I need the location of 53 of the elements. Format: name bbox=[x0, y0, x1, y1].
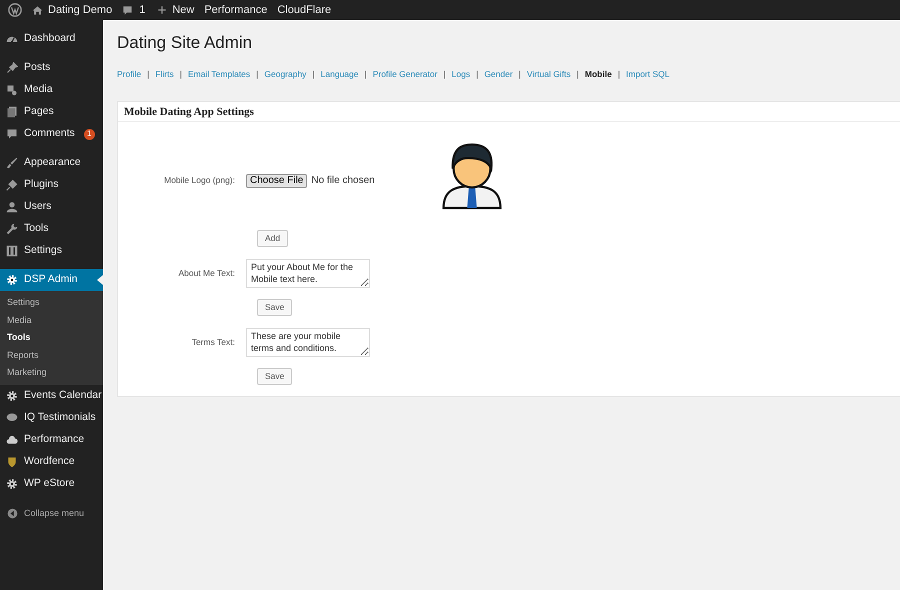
add-button[interactable]: Add bbox=[257, 230, 288, 247]
separator: | bbox=[576, 68, 579, 81]
nav-link[interactable]: Email Templates bbox=[188, 68, 250, 81]
page-title: Dating Site Admin bbox=[117, 32, 254, 54]
separator: | bbox=[476, 68, 478, 81]
choose-file-button[interactable]: Choose File bbox=[246, 174, 308, 188]
menu-item[interactable]: IQ Testimonials bbox=[0, 406, 103, 428]
menu-item[interactable]: Events Calendar bbox=[0, 384, 103, 406]
toolbar-link[interactable]: CloudFlare bbox=[277, 2, 332, 18]
separator: | bbox=[364, 68, 367, 81]
menu-item[interactable]: WP eStore bbox=[0, 472, 103, 494]
save-button[interactable]: Save bbox=[257, 368, 292, 385]
menu-item[interactable]: Performance bbox=[0, 428, 103, 450]
save-button[interactable]: Save bbox=[257, 298, 292, 316]
menu-item[interactable]: Wordfence bbox=[0, 450, 103, 472]
menu-item[interactable]: Appearance bbox=[0, 152, 103, 174]
field-label: About Me Text: bbox=[177, 266, 236, 280]
nav-link[interactable]: Mobile bbox=[584, 68, 612, 81]
menu-item[interactable]: DSP Admin bbox=[0, 269, 103, 291]
new-link[interactable]: New bbox=[157, 2, 194, 18]
field-label: Terms Text: bbox=[190, 336, 236, 349]
nav-link[interactable]: Profile Generator bbox=[372, 68, 438, 81]
separator: | bbox=[256, 68, 258, 81]
separator: | bbox=[518, 68, 521, 81]
menu-item[interactable]: Tools bbox=[0, 218, 103, 240]
menu-item[interactable]: Posts bbox=[0, 57, 103, 79]
collapse-menu-link[interactable]: Collapse menu bbox=[0, 506, 103, 520]
text-area[interactable]: Put your About Me for the Mobile text here. bbox=[246, 258, 370, 288]
menu-item[interactable]: Plugins bbox=[0, 174, 103, 196]
submenu-item[interactable]: Media bbox=[0, 312, 103, 329]
submenu-item[interactable]: Settings bbox=[0, 294, 103, 312]
menu-item[interactable]: Pages bbox=[0, 101, 103, 123]
submenu-item[interactable]: Reports bbox=[0, 346, 103, 364]
comments-link[interactable]: 1 bbox=[122, 2, 146, 18]
separator: | bbox=[180, 68, 182, 81]
menu-item[interactable]: Users bbox=[0, 196, 103, 218]
field-label: Mobile Logo (png): bbox=[163, 174, 236, 188]
toolbar-link[interactable]: Performance bbox=[204, 2, 268, 18]
separator: | bbox=[443, 68, 446, 81]
separator: | bbox=[147, 68, 150, 81]
menu-item[interactable]: Settings bbox=[0, 240, 103, 262]
text-area[interactable]: These are your mobile terms and conditions. bbox=[246, 328, 370, 357]
separator: | bbox=[618, 68, 620, 81]
submenu-item[interactable]: Marketing bbox=[0, 364, 103, 382]
count-badge: 1 bbox=[84, 128, 95, 140]
file-status: No file chosen bbox=[311, 174, 375, 188]
site-link[interactable]: Dating Demo bbox=[32, 2, 112, 18]
menu-item[interactable]: Media bbox=[0, 79, 103, 101]
panel-title: Mobile Dating App Settings bbox=[118, 102, 900, 122]
menu-item[interactable]: Dashboard bbox=[0, 28, 103, 50]
menu-item[interactable]: Comments 1 bbox=[0, 123, 103, 145]
separator: | bbox=[312, 68, 315, 81]
submenu-item[interactable]: Tools bbox=[0, 329, 103, 346]
